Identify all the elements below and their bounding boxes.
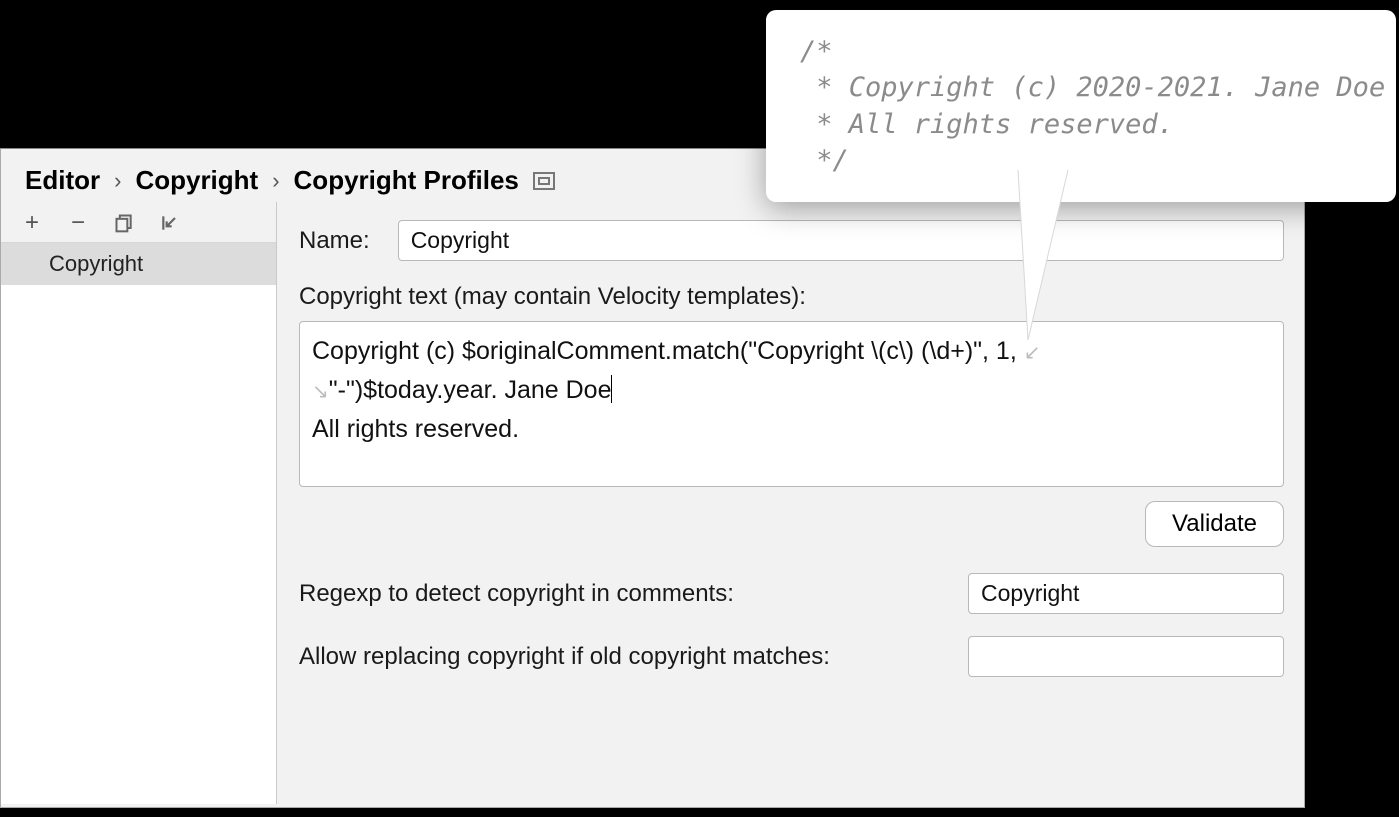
preview-line: * All rights reserved. bbox=[800, 107, 1364, 143]
name-label: Name: bbox=[299, 227, 370, 255]
window-icon bbox=[533, 172, 555, 190]
copy-icon[interactable] bbox=[113, 212, 135, 234]
wrap-icon: ↘ bbox=[312, 381, 329, 403]
text-caret bbox=[611, 375, 612, 403]
crumb-editor[interactable]: Editor bbox=[25, 165, 100, 196]
ct-line1: Copyright (c) $originalComment.match("Co… bbox=[312, 337, 1024, 365]
chevron-right-icon: › bbox=[272, 168, 279, 194]
preview-line: * Copyright (c) 2020-2021. Jane Doe bbox=[800, 70, 1364, 106]
allow-replace-label: Allow replacing copyright if old copyrig… bbox=[299, 643, 830, 671]
preview-line: /* bbox=[800, 34, 1364, 70]
ct-line3: All rights reserved. bbox=[312, 415, 519, 443]
import-icon[interactable] bbox=[159, 212, 181, 234]
crumb-copyright[interactable]: Copyright bbox=[135, 165, 258, 196]
profile-editor: Name: Copyright text (may contain Veloci… bbox=[277, 202, 1304, 804]
settings-window: Editor › Copyright › Copyright Profiles … bbox=[0, 148, 1305, 808]
regexp-label: Regexp to detect copyright in comments: bbox=[299, 580, 734, 608]
name-input[interactable] bbox=[398, 220, 1284, 261]
tooltip-tail-icon bbox=[998, 170, 1088, 350]
crumb-profiles[interactable]: Copyright Profiles bbox=[294, 165, 519, 196]
ct-line2: "-")$today.year. Jane Doe bbox=[329, 376, 612, 404]
sidebar-toolbar: + − bbox=[1, 202, 276, 243]
copyright-text-label: Copyright text (may contain Velocity tem… bbox=[299, 283, 1284, 311]
chevron-right-icon: › bbox=[114, 168, 121, 194]
allow-replace-input[interactable] bbox=[968, 636, 1284, 677]
validate-button[interactable]: Validate bbox=[1145, 501, 1284, 547]
regexp-input[interactable] bbox=[968, 573, 1284, 614]
profile-item-copyright[interactable]: Copyright bbox=[1, 243, 276, 285]
remove-icon[interactable]: − bbox=[67, 212, 89, 234]
copyright-text-input[interactable]: Copyright (c) $originalComment.match("Co… bbox=[299, 321, 1284, 487]
add-icon[interactable]: + bbox=[21, 212, 43, 234]
profiles-sidebar: + − Copyright bbox=[1, 202, 277, 804]
